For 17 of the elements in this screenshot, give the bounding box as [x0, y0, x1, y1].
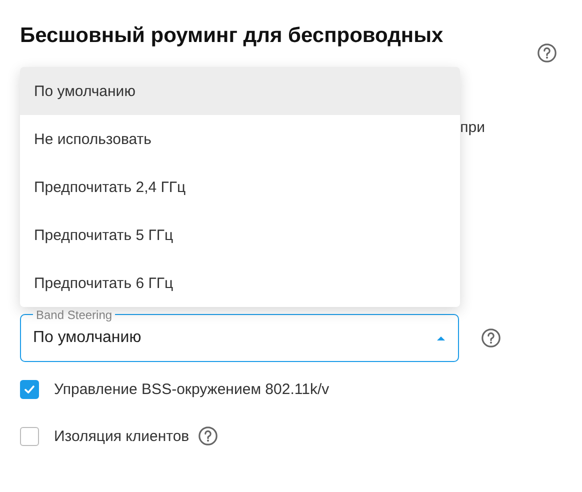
description-text: при: [459, 119, 485, 136]
checkbox[interactable]: [20, 426, 39, 446]
menu-option[interactable]: По умолчанию: [20, 67, 460, 115]
checkbox[interactable]: [20, 380, 39, 399]
checkbox-label: Управление BSS-окружением 802.11k/v: [54, 381, 330, 398]
menu-option[interactable]: Предпочитать 5 ГГц: [20, 211, 460, 259]
help-icon[interactable]: [537, 43, 557, 63]
help-icon[interactable]: [198, 426, 218, 446]
checkmark-icon: [23, 383, 36, 396]
menu-option[interactable]: Предпочитать 2,4 ГГц: [20, 163, 460, 211]
section-title: Бесшовный роуминг для беспроводных: [20, 23, 444, 49]
menu-option[interactable]: Предпочитать 6 ГГц: [20, 259, 460, 307]
caret-icon: [436, 335, 446, 341]
menu-option[interactable]: Не использовать: [20, 115, 460, 163]
help-icon[interactable]: [481, 328, 501, 348]
field-label: Band Steering: [33, 308, 116, 322]
checkbox-label: Изоляция клиентов: [54, 428, 190, 444]
